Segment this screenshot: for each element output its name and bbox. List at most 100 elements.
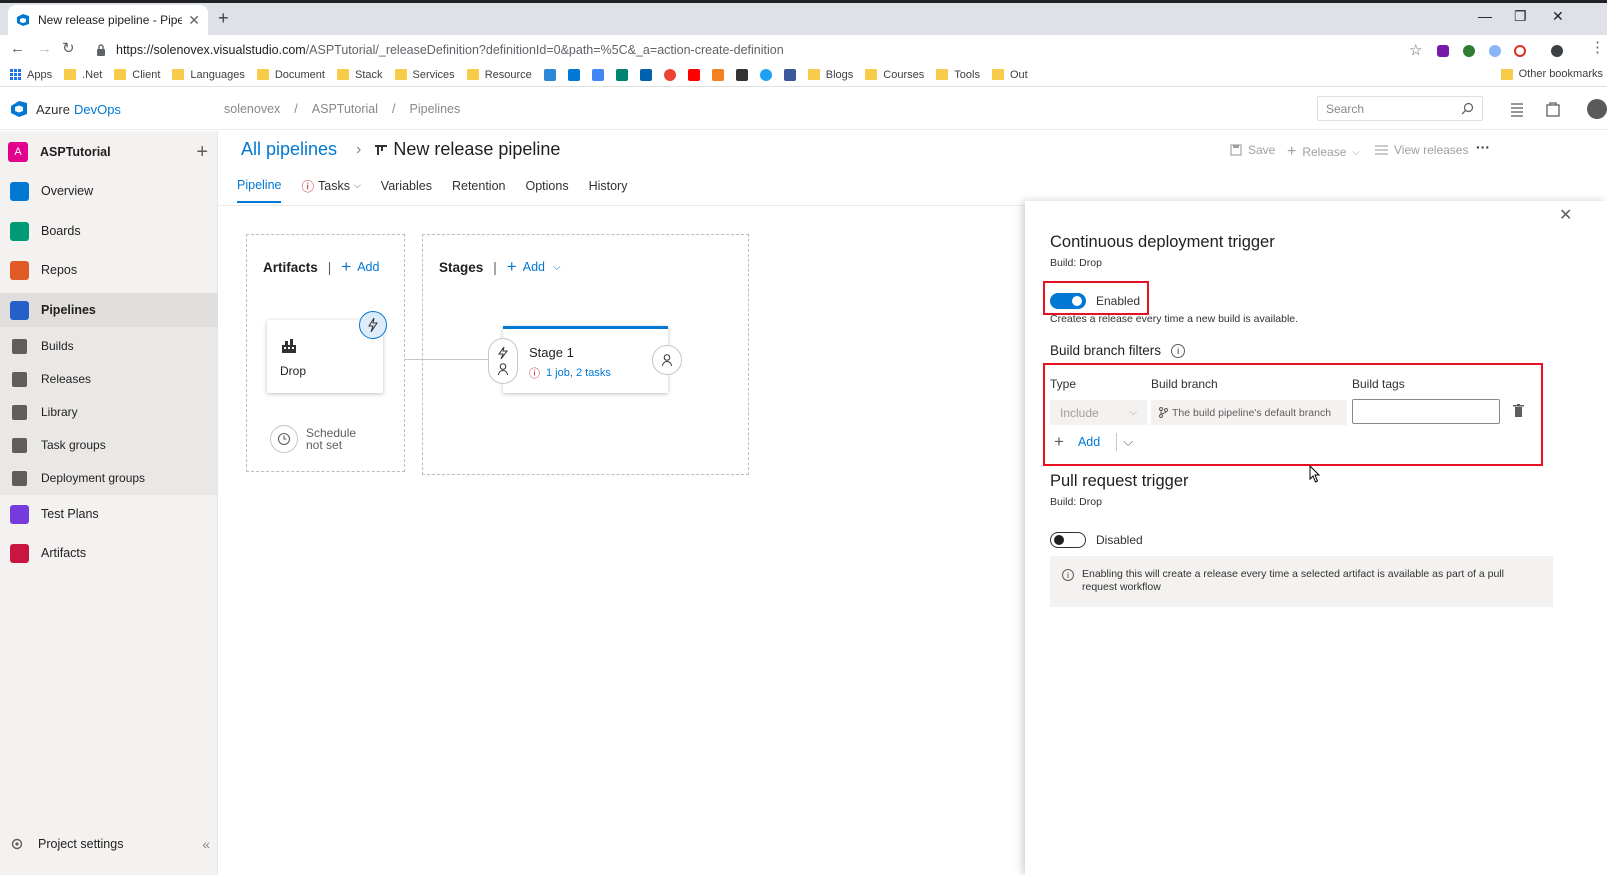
cd-trigger-toggle[interactable] <box>1050 293 1086 309</box>
filter-type-dropdown[interactable]: Include ⌵ <box>1050 400 1147 425</box>
bookmark-folder[interactable]: Stack <box>336 69 383 81</box>
bookmark-folder[interactable]: Client <box>114 69 160 81</box>
bookmark-site[interactable] <box>687 68 700 81</box>
filter-type-value: Include <box>1060 405 1099 420</box>
add-filter-button[interactable]: + Add ⌵ <box>1050 432 1133 452</box>
stage-name: Stage 1 <box>529 345 574 360</box>
bookmark-folder[interactable]: Services <box>394 68 455 81</box>
chevron-down-icon[interactable]: ⌵ <box>1123 434 1133 450</box>
bookmark-site[interactable] <box>567 68 580 81</box>
nav-releases[interactable]: Releases <box>0 364 218 394</box>
nav-boards[interactable]: Boards <box>0 214 218 248</box>
nav-pipelines[interactable]: Pipelines <box>0 293 218 327</box>
extension-icon[interactable] <box>1489 45 1501 57</box>
add-stage-button[interactable]: + Add ⌵ <box>507 257 561 277</box>
build-tags-input[interactable] <box>1352 399 1500 424</box>
nav-test-plans[interactable]: Test Plans <box>0 497 218 531</box>
bookmark-label: Services <box>412 68 455 81</box>
search-icon[interactable] <box>1461 102 1474 115</box>
info-icon[interactable]: i <box>1171 343 1186 358</box>
all-pipelines-link[interactable]: All pipelines <box>241 139 337 160</box>
user-avatar[interactable] <box>1587 99 1607 119</box>
nav-repos[interactable]: Repos <box>0 253 218 287</box>
nav-deployment-groups[interactable]: Deployment groups <box>0 463 218 493</box>
bookmark-folder[interactable]: Out <box>991 69 1028 81</box>
close-window-icon[interactable]: ✕ <box>1552 8 1564 25</box>
bookmark-folder[interactable]: Languages <box>172 69 245 81</box>
pr-trigger-toggle[interactable] <box>1050 532 1086 548</box>
view-releases-button[interactable]: View releases <box>1375 143 1468 157</box>
new-tab-button[interactable]: + <box>218 9 229 27</box>
bookmark-site[interactable] <box>543 68 556 81</box>
bookmark-site[interactable] <box>591 68 604 81</box>
bookmark-star-icon[interactable]: ☆ <box>1409 41 1422 59</box>
nav-task-groups[interactable]: Task groups <box>0 430 218 460</box>
bookmark-site[interactable] <box>783 68 796 81</box>
url-field[interactable]: https://solenovex.visualstudio.com/ASPTu… <box>96 39 1416 61</box>
search-input[interactable]: Search <box>1317 96 1483 121</box>
other-bookmarks[interactable]: Other bookmarks <box>1500 68 1603 80</box>
opera-extension-icon[interactable] <box>1514 45 1526 57</box>
delete-icon[interactable] <box>1513 404 1524 417</box>
close-icon[interactable]: ✕ <box>1559 205 1572 225</box>
tab-history[interactable]: History <box>589 176 628 203</box>
tab-options[interactable]: Options <box>525 176 568 203</box>
nav-library[interactable]: Library <box>0 397 218 427</box>
collapse-nav-icon[interactable]: « <box>202 836 210 852</box>
build-branch-dropdown[interactable]: The build pipeline's default branch <box>1151 400 1347 425</box>
add-artifact-button[interactable]: + Add <box>341 257 379 277</box>
reload-icon[interactable]: ↻ <box>62 41 75 57</box>
minimize-window-icon[interactable]: — <box>1478 8 1492 24</box>
nav-overview[interactable]: Overview <box>0 174 218 208</box>
release-button[interactable]: + Release ⌵ <box>1287 143 1360 161</box>
restore-window-icon[interactable]: ❐ <box>1514 8 1527 25</box>
breadcrumb-org[interactable]: solenovex <box>224 102 280 116</box>
breadcrumb-pipelines[interactable]: Pipelines <box>410 102 461 116</box>
bookmark-site[interactable] <box>711 68 724 81</box>
bookmark-apps[interactable]: Apps <box>10 69 52 81</box>
bookmark-folder[interactable]: Document <box>256 69 325 81</box>
post-deployment-conditions-button[interactable] <box>652 345 682 375</box>
browser-tab[interactable]: New release pipeline - Pipelines ✕ <box>8 5 208 35</box>
profile-avatar-icon[interactable] <box>1551 45 1563 57</box>
bookmark-folder[interactable]: .Net <box>64 69 102 81</box>
close-tab-icon[interactable]: ✕ <box>188 12 200 29</box>
project-header[interactable]: A ASPTutorial + <box>8 140 208 164</box>
tab-tasks[interactable]: ⓘ Tasks ⌵ <box>301 176 360 203</box>
bookmark-site[interactable] <box>639 68 652 81</box>
back-icon[interactable]: ← <box>10 41 25 57</box>
folder-icon <box>336 69 349 80</box>
bookmark-site[interactable] <box>735 68 748 81</box>
bookmark-site[interactable] <box>663 68 676 81</box>
more-actions-button[interactable]: ··· <box>1476 139 1490 155</box>
forward-icon[interactable]: → <box>37 41 52 57</box>
onenote-extension-icon[interactable] <box>1437 45 1449 57</box>
task-list-icon[interactable] <box>1508 100 1526 118</box>
bookmark-site[interactable] <box>615 68 628 81</box>
pre-deployment-conditions-button[interactable] <box>488 338 518 384</box>
bookmark-folder[interactable]: Resource <box>466 69 532 81</box>
bookmark-folder[interactable]: Tools <box>936 69 980 81</box>
bookmark-site[interactable] <box>759 68 772 81</box>
continuous-deployment-trigger-button[interactable] <box>359 311 387 339</box>
tab-variables[interactable]: Variables <box>381 176 432 203</box>
lock-icon <box>96 44 106 56</box>
breadcrumb-project[interactable]: ASPTutorial <box>312 102 378 116</box>
project-settings[interactable]: Project settings « <box>10 836 210 852</box>
browser-menu-icon[interactable]: ⋮ <box>1590 40 1605 56</box>
add-icon[interactable]: + <box>196 141 208 164</box>
nav-artifacts[interactable]: Artifacts <box>0 536 218 570</box>
tab-retention[interactable]: Retention <box>452 176 506 203</box>
shopping-bag-icon[interactable] <box>1544 100 1562 118</box>
azure-devops-logo[interactable]: Azure DevOps <box>10 100 121 118</box>
stage-card[interactable]: Stage 1 ⓘ 1 job, 2 tasks <box>503 326 668 393</box>
nav-builds[interactable]: Builds <box>0 331 218 361</box>
save-button[interactable]: Save <box>1230 143 1275 157</box>
extension-icon[interactable] <box>1463 45 1475 57</box>
bookmark-folder[interactable]: Blogs <box>807 69 853 81</box>
tab-pipeline[interactable]: Pipeline <box>237 176 282 203</box>
bookmark-folder[interactable]: Courses <box>865 69 924 81</box>
nav-label: Library <box>41 405 78 419</box>
stage-tasks-link[interactable]: ⓘ 1 job, 2 tasks <box>529 365 611 381</box>
schedule-trigger[interactable]: Schedule not set <box>270 425 356 453</box>
